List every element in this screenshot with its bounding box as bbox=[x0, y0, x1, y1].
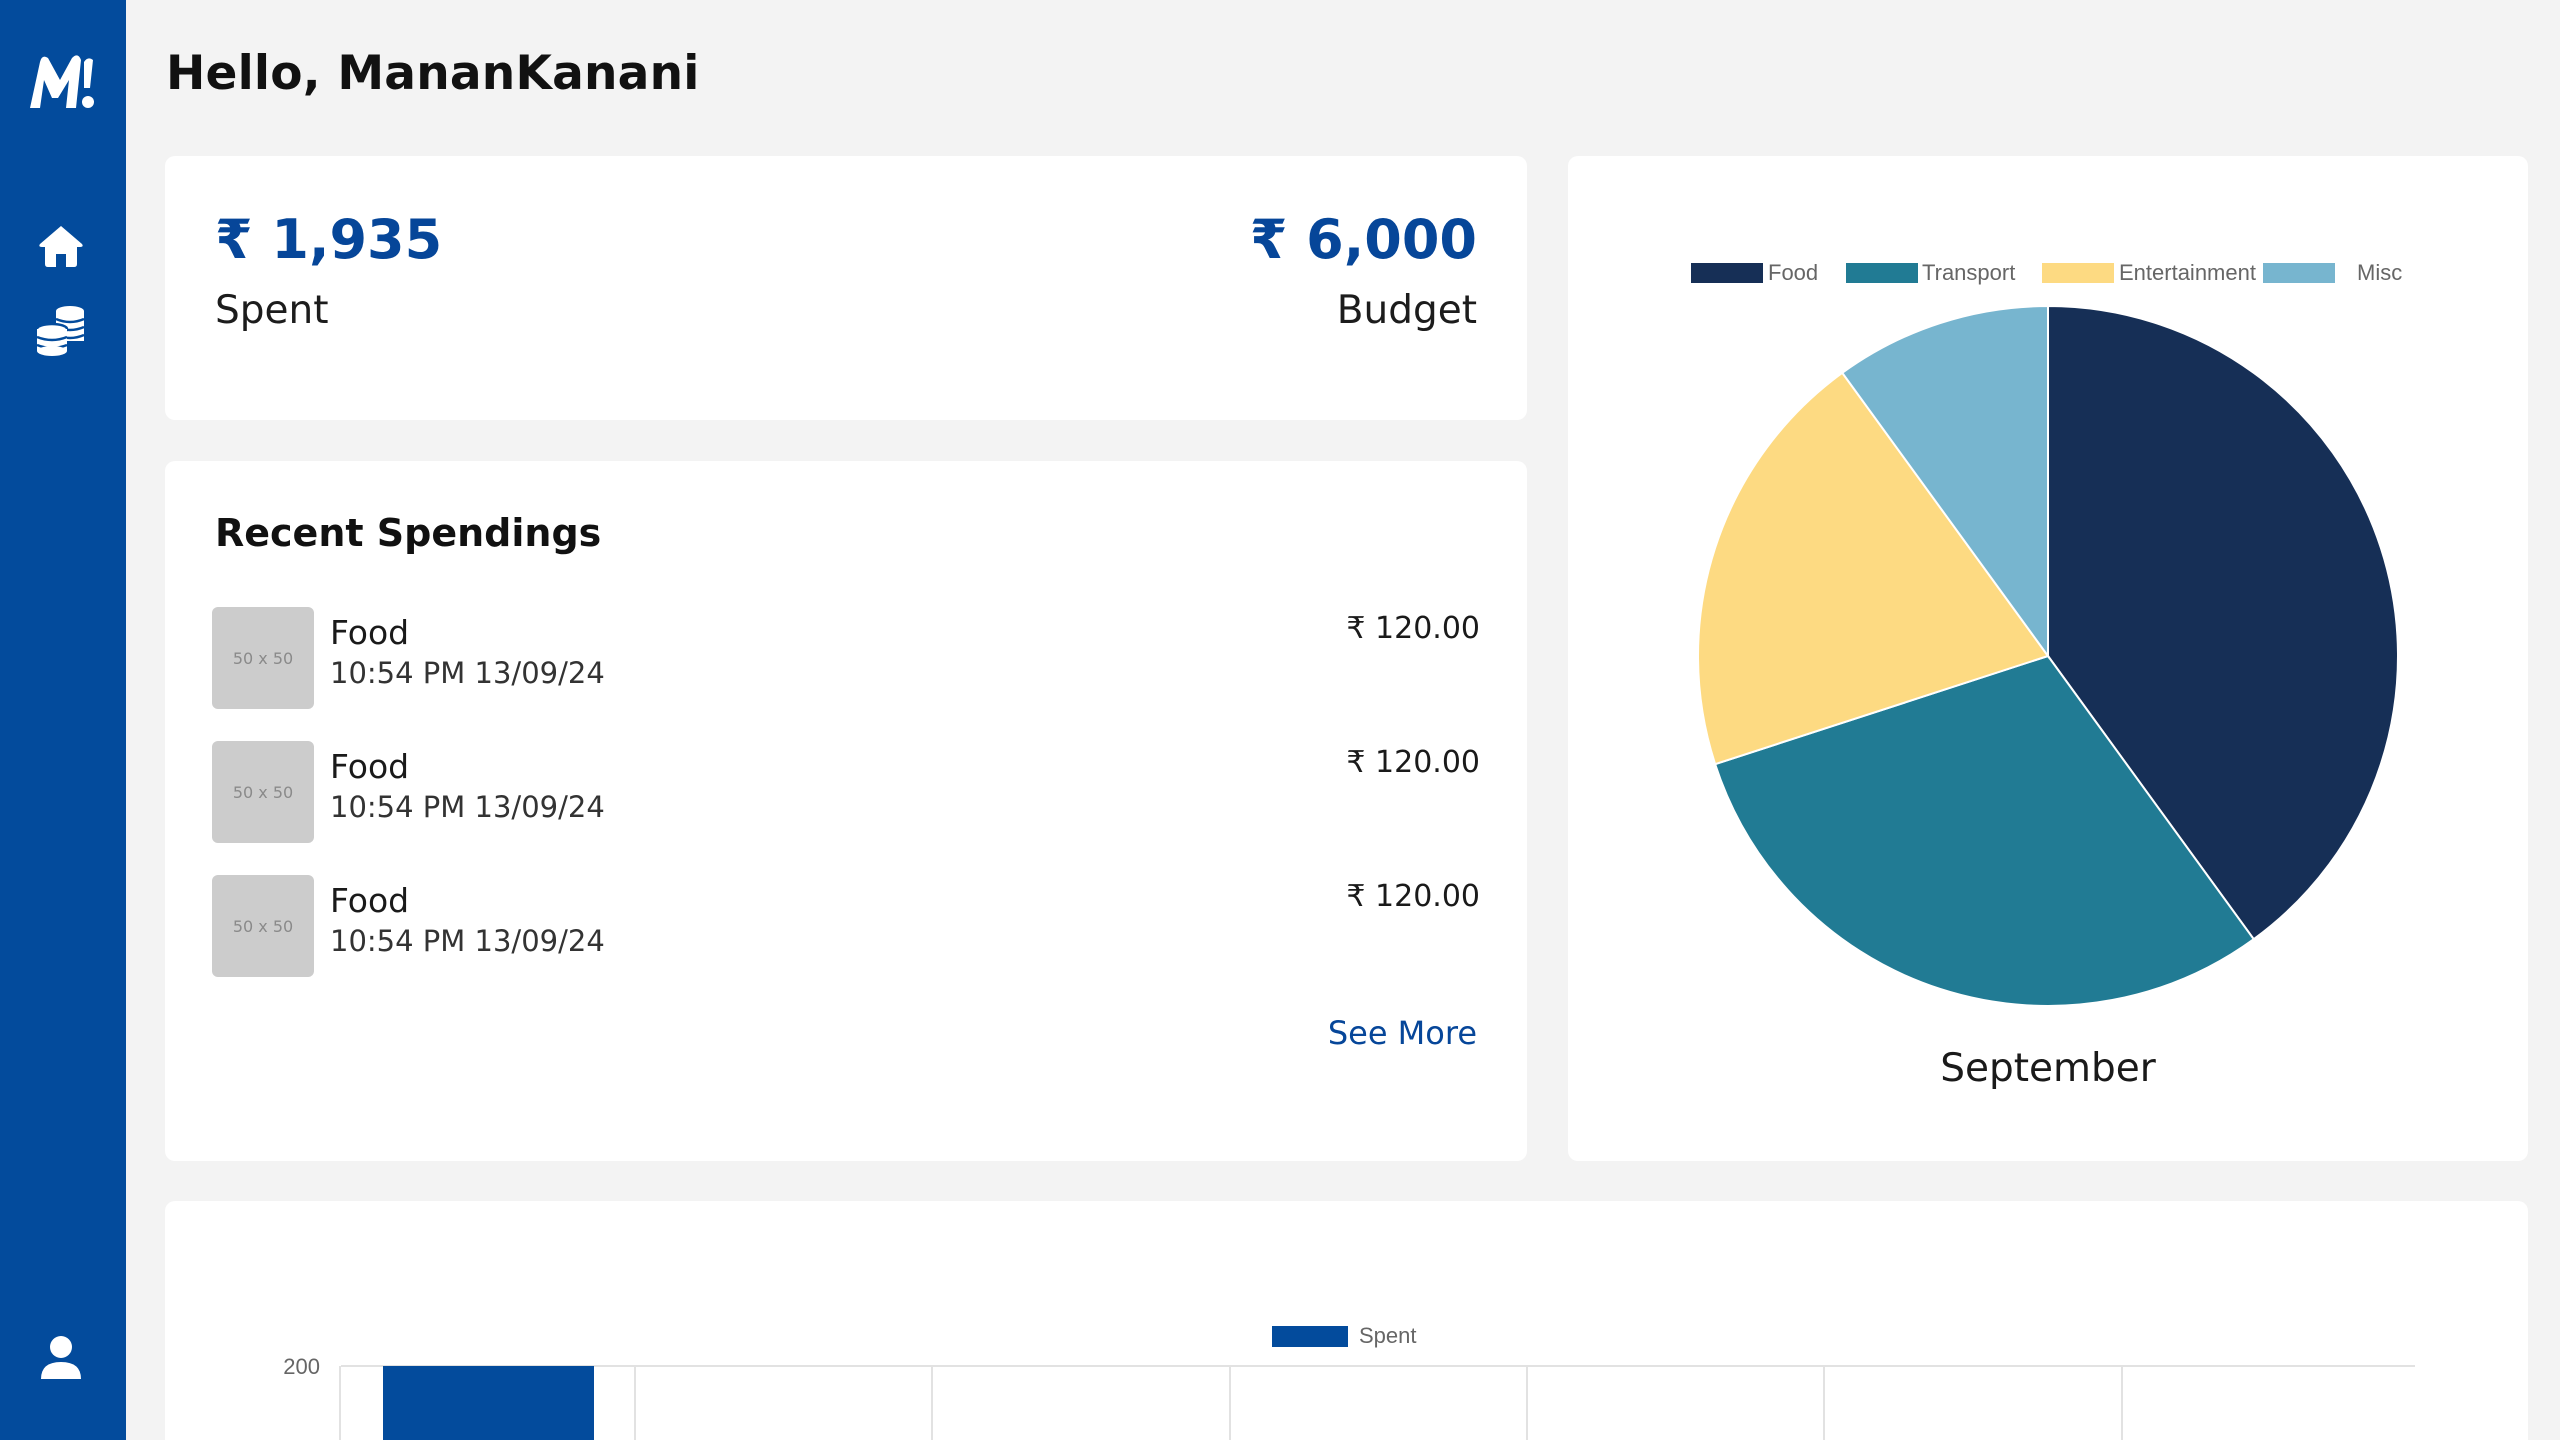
spending-time: 10:54 PM 13/09/24 bbox=[330, 790, 605, 824]
list-item[interactable]: 50 x 50 Food 10:54 PM 13/09/24 ₹ 120.00 bbox=[212, 607, 1480, 709]
list-item[interactable]: 50 x 50 Food 10:54 PM 13/09/24 ₹ 120.00 bbox=[212, 741, 1480, 843]
budget-label: Budget bbox=[1336, 288, 1477, 333]
budget-amount: ₹ 6,000 bbox=[1249, 208, 1477, 271]
legend-label-food[interactable]: Food bbox=[1768, 260, 1818, 285]
sidebar bbox=[0, 0, 126, 1440]
home-icon[interactable] bbox=[33, 218, 89, 274]
bar-chart-card: Spent 200 bbox=[165, 1201, 2528, 1440]
spending-amount: ₹ 120.00 bbox=[1346, 745, 1480, 780]
spending-amount: ₹ 120.00 bbox=[1346, 879, 1480, 914]
greeting-title: Hello, MananKanani bbox=[166, 46, 700, 101]
legend-swatch-misc[interactable] bbox=[2263, 263, 2335, 283]
bar-chart: Spent 200 bbox=[283, 1323, 2415, 1440]
recent-spendings-title: Recent Spendings bbox=[215, 511, 602, 555]
spent-amount: ₹ 1,935 bbox=[215, 208, 443, 271]
recent-spendings-card: Recent Spendings 50 x 50 Food 10:54 PM 1… bbox=[165, 461, 1527, 1161]
legend-swatch-entertainment[interactable] bbox=[2042, 263, 2114, 283]
coins-icon[interactable] bbox=[33, 302, 89, 358]
legend-swatch-transport[interactable] bbox=[1846, 263, 1918, 283]
legend-swatch-food[interactable] bbox=[1691, 263, 1763, 283]
legend-swatch-spent[interactable] bbox=[1272, 1326, 1348, 1347]
spending-time: 10:54 PM 13/09/24 bbox=[330, 924, 605, 958]
see-more-link[interactable]: See More bbox=[1328, 1014, 1477, 1052]
user-icon[interactable] bbox=[33, 1330, 89, 1386]
thumbnail-placeholder: 50 x 50 bbox=[212, 607, 314, 709]
spending-amount: ₹ 120.00 bbox=[1346, 611, 1480, 646]
legend-label-entertainment[interactable]: Entertainment bbox=[2119, 260, 2256, 285]
pie-chart-card: Food Transport Entertainment Misc September bbox=[1568, 156, 2528, 1161]
list-item[interactable]: 50 x 50 Food 10:54 PM 13/09/24 ₹ 120.00 bbox=[212, 875, 1480, 977]
thumbnail-placeholder: 50 x 50 bbox=[212, 741, 314, 843]
pie-month-label: September bbox=[1940, 1046, 2156, 1091]
spent-label: Spent bbox=[215, 288, 329, 333]
spending-category: Food bbox=[330, 881, 410, 920]
spending-category: Food bbox=[330, 613, 410, 652]
spending-time: 10:54 PM 13/09/24 bbox=[330, 656, 605, 690]
thumbnail-placeholder: 50 x 50 bbox=[212, 875, 314, 977]
y-tick-label: 200 bbox=[283, 1354, 320, 1379]
legend-label-misc[interactable]: Misc bbox=[2357, 260, 2402, 285]
legend-label-transport[interactable]: Transport bbox=[1922, 260, 2015, 285]
spending-category: Food bbox=[330, 747, 410, 786]
summary-card: ₹ 1,935 Spent ₹ 6,000 Budget bbox=[165, 156, 1527, 420]
m-logo-icon[interactable] bbox=[26, 50, 100, 114]
pie-chart: Food Transport Entertainment Misc bbox=[1691, 260, 2402, 1007]
legend-label-spent[interactable]: Spent bbox=[1359, 1323, 1417, 1348]
bar[interactable] bbox=[383, 1366, 594, 1440]
